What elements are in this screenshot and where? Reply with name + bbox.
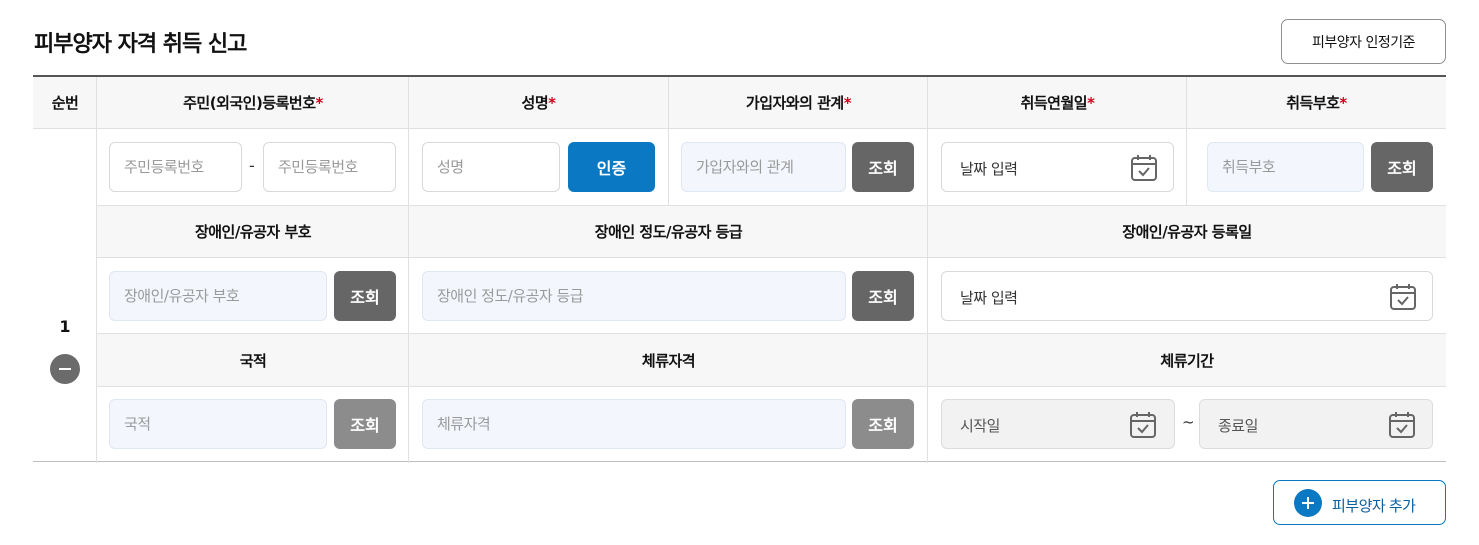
acq-code-input[interactable] xyxy=(1207,142,1364,192)
stay-status-lookup-button[interactable]: 조회 xyxy=(852,399,914,449)
stay-end-date-input[interactable]: 종료일 xyxy=(1199,399,1433,449)
disability-code-lookup-button[interactable]: 조회 xyxy=(334,271,396,321)
add-dependent-button[interactable]: 피부양자 추가 xyxy=(1273,480,1446,525)
disability-reg-date-input[interactable]: 날짜 입력 xyxy=(941,271,1433,321)
nationality-cell: 조회 xyxy=(96,387,409,463)
header-seq: 순번 xyxy=(33,77,97,129)
header-disability-reg-date: 장애인/유공자 등록일 xyxy=(927,206,1446,258)
dependent-criteria-button[interactable]: 피부양자 인정기준 xyxy=(1281,19,1446,64)
relation-input[interactable] xyxy=(681,142,846,192)
rrn-back-input[interactable] xyxy=(263,142,396,192)
stay-period-cell: 시작일 ~ 종료일 xyxy=(927,387,1446,463)
plus-circle-icon xyxy=(1294,489,1322,517)
required-mark: * xyxy=(1087,93,1095,112)
header-disability-grade-label: 장애인 정도/유공자 등급 xyxy=(594,223,743,241)
stay-start-date-input[interactable]: 시작일 xyxy=(941,399,1175,449)
header-stay-status-label: 체류자격 xyxy=(641,351,696,370)
header-nationality-label: 국적 xyxy=(239,351,267,370)
stay-status-input[interactable] xyxy=(422,399,846,449)
disability-grade-cell: 조회 xyxy=(408,258,928,334)
calendar-check-icon[interactable] xyxy=(1129,154,1159,182)
required-mark: * xyxy=(315,93,324,112)
acq-date-placeholder: 날짜 입력 xyxy=(960,160,1018,178)
header-relation-label: 가입자와의 관계 xyxy=(745,94,844,112)
header-seq-label: 순번 xyxy=(51,94,79,112)
acq-date-cell: 날짜 입력 xyxy=(927,129,1187,206)
stay-end-date-placeholder: 종료일 xyxy=(1218,417,1258,435)
stay-start-date-placeholder: 시작일 xyxy=(960,417,1000,435)
calendar-check-icon[interactable] xyxy=(1388,283,1418,311)
header-disability-code-label: 장애인/유공자 부호 xyxy=(194,223,312,241)
header-stay-status: 체류자격 xyxy=(408,334,928,387)
header-acq-date-label: 취득연월일 xyxy=(1020,94,1088,112)
required-mark: * xyxy=(1339,93,1347,112)
header-nationality: 국적 xyxy=(96,334,409,387)
required-mark: * xyxy=(548,93,556,112)
stay-status-cell: 조회 xyxy=(408,387,928,463)
disability-grade-input[interactable] xyxy=(422,271,846,321)
name-input[interactable] xyxy=(422,142,560,192)
header-rrn: 주민(외국인)등록번호 * xyxy=(96,77,409,129)
disability-reg-date-cell: 날짜 입력 xyxy=(927,258,1446,334)
acq-code-lookup-button[interactable]: 조회 xyxy=(1371,142,1433,192)
acq-code-cell: 조회 xyxy=(1186,129,1446,206)
row-seq-number: 1 xyxy=(59,317,71,336)
header-acq-code-label: 취득부호 xyxy=(1286,94,1340,112)
header-acq-date: 취득연월일 * xyxy=(927,77,1187,129)
name-cell: 인증 xyxy=(408,129,668,206)
nationality-input[interactable] xyxy=(109,399,327,449)
header-stay-period-label: 체류기간 xyxy=(1160,351,1214,370)
rrn-separator: - xyxy=(249,156,255,175)
rrn-cell: - xyxy=(96,129,409,206)
remove-dependent-button[interactable] xyxy=(50,354,80,384)
disability-code-input[interactable] xyxy=(109,271,327,321)
verify-button[interactable]: 인증 xyxy=(568,142,655,192)
calendar-check-icon[interactable] xyxy=(1387,411,1417,439)
page-title: 피부양자 자격 취득 신고 xyxy=(34,32,247,57)
add-dependent-label: 피부양자 추가 xyxy=(1332,498,1416,515)
disability-reg-date-placeholder: 날짜 입력 xyxy=(960,289,1018,307)
nationality-lookup-button[interactable]: 조회 xyxy=(334,399,396,449)
header-stay-period: 체류기간 xyxy=(927,334,1446,387)
acq-date-input[interactable]: 날짜 입력 xyxy=(941,142,1174,192)
range-separator: ~ xyxy=(1182,413,1195,431)
calendar-check-icon[interactable] xyxy=(1128,411,1158,439)
seq-cell: 1 xyxy=(33,129,97,463)
header-acq-code: 취득부호 * xyxy=(1186,77,1446,129)
header-disability-reg-date-label: 장애인/유공자 등록일 xyxy=(1122,223,1252,241)
header-disability-code: 장애인/유공자 부호 xyxy=(96,206,409,258)
relation-lookup-button[interactable]: 조회 xyxy=(852,142,914,192)
dependent-table: 순번 주민(외국인)등록번호 * 성명 * 가입자와의 관계 * 취득연월일 * 취득부… xyxy=(33,75,1446,463)
required-mark: * xyxy=(843,93,852,112)
disability-code-cell: 조회 xyxy=(96,258,409,334)
header-disability-grade: 장애인 정도/유공자 등급 xyxy=(408,206,928,258)
header-rrn-label: 주민(외국인)등록번호 xyxy=(183,94,316,112)
relation-cell: 조회 xyxy=(668,129,928,206)
header-name-label: 성명 xyxy=(521,94,549,112)
header-name: 성명 * xyxy=(408,77,668,129)
disability-grade-lookup-button[interactable]: 조회 xyxy=(852,271,914,321)
rrn-front-input[interactable] xyxy=(109,142,242,192)
header-relation: 가입자와의 관계 * xyxy=(668,77,928,129)
